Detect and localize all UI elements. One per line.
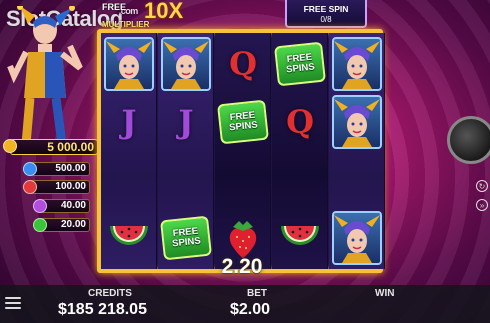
reel-5 bbox=[329, 33, 385, 269]
free-spin-counter: FREE SPIN 0/8 bbox=[285, 0, 367, 28]
credits-label: CREDITS bbox=[88, 288, 132, 299]
symbol-q: Q bbox=[229, 45, 257, 83]
symbol-j: J bbox=[178, 103, 194, 141]
menu-icon[interactable] bbox=[5, 297, 21, 311]
symbol-jester-portrait bbox=[103, 37, 155, 91]
jackpot-green: 20.00 bbox=[33, 218, 90, 232]
symbol-watermelon bbox=[274, 211, 326, 265]
jackpot-blue: 500.00 bbox=[23, 162, 90, 176]
symbol-q: Q bbox=[286, 103, 314, 141]
reel-grid: J J FREE SPINS Q FREE SPINS FREE SPINS Q bbox=[97, 29, 385, 273]
symbol-jester-portrait bbox=[331, 37, 383, 91]
free-spin-label: FREE SPIN bbox=[303, 4, 349, 14]
win-label: WIN bbox=[375, 288, 395, 299]
symbol-jester-portrait bbox=[331, 211, 383, 265]
reel-3: Q FREE SPINS bbox=[215, 33, 271, 269]
jester-character bbox=[0, 4, 100, 146]
symbol-free-spins: FREE SPINS bbox=[160, 211, 212, 265]
symbol-free-spins: FREE SPINS bbox=[217, 95, 269, 149]
symbol-j: J bbox=[121, 103, 137, 141]
bottom-bar: CREDITS $185 218.05 BET $2.00 WIN bbox=[0, 285, 490, 323]
win-amount: 2.20 bbox=[221, 255, 263, 278]
reel-2: J FREE SPINS bbox=[158, 33, 214, 269]
autoplay-icon[interactable]: ↻ bbox=[476, 180, 488, 192]
bet-label: BET bbox=[247, 288, 267, 299]
free-spin-count: 0/8 bbox=[320, 15, 332, 24]
jackpot-purple: 40.00 bbox=[33, 199, 90, 213]
reel-1: J bbox=[101, 33, 157, 269]
reel-4: FREE SPINS Q bbox=[272, 33, 328, 269]
symbol-free-spins: FREE SPINS bbox=[274, 37, 326, 91]
jackpot-red: 100.00 bbox=[23, 180, 90, 194]
credits-value: $185 218.05 bbox=[58, 301, 147, 318]
spin-button[interactable] bbox=[447, 116, 490, 164]
bet-value: $2.00 bbox=[230, 301, 271, 318]
symbol-jester-portrait bbox=[160, 37, 212, 91]
turbo-icon[interactable]: » bbox=[476, 199, 488, 211]
symbol-jester-portrait bbox=[331, 95, 383, 149]
symbol-watermelon bbox=[103, 211, 155, 265]
jackpot-gold: 5 000.00 bbox=[3, 139, 98, 155]
